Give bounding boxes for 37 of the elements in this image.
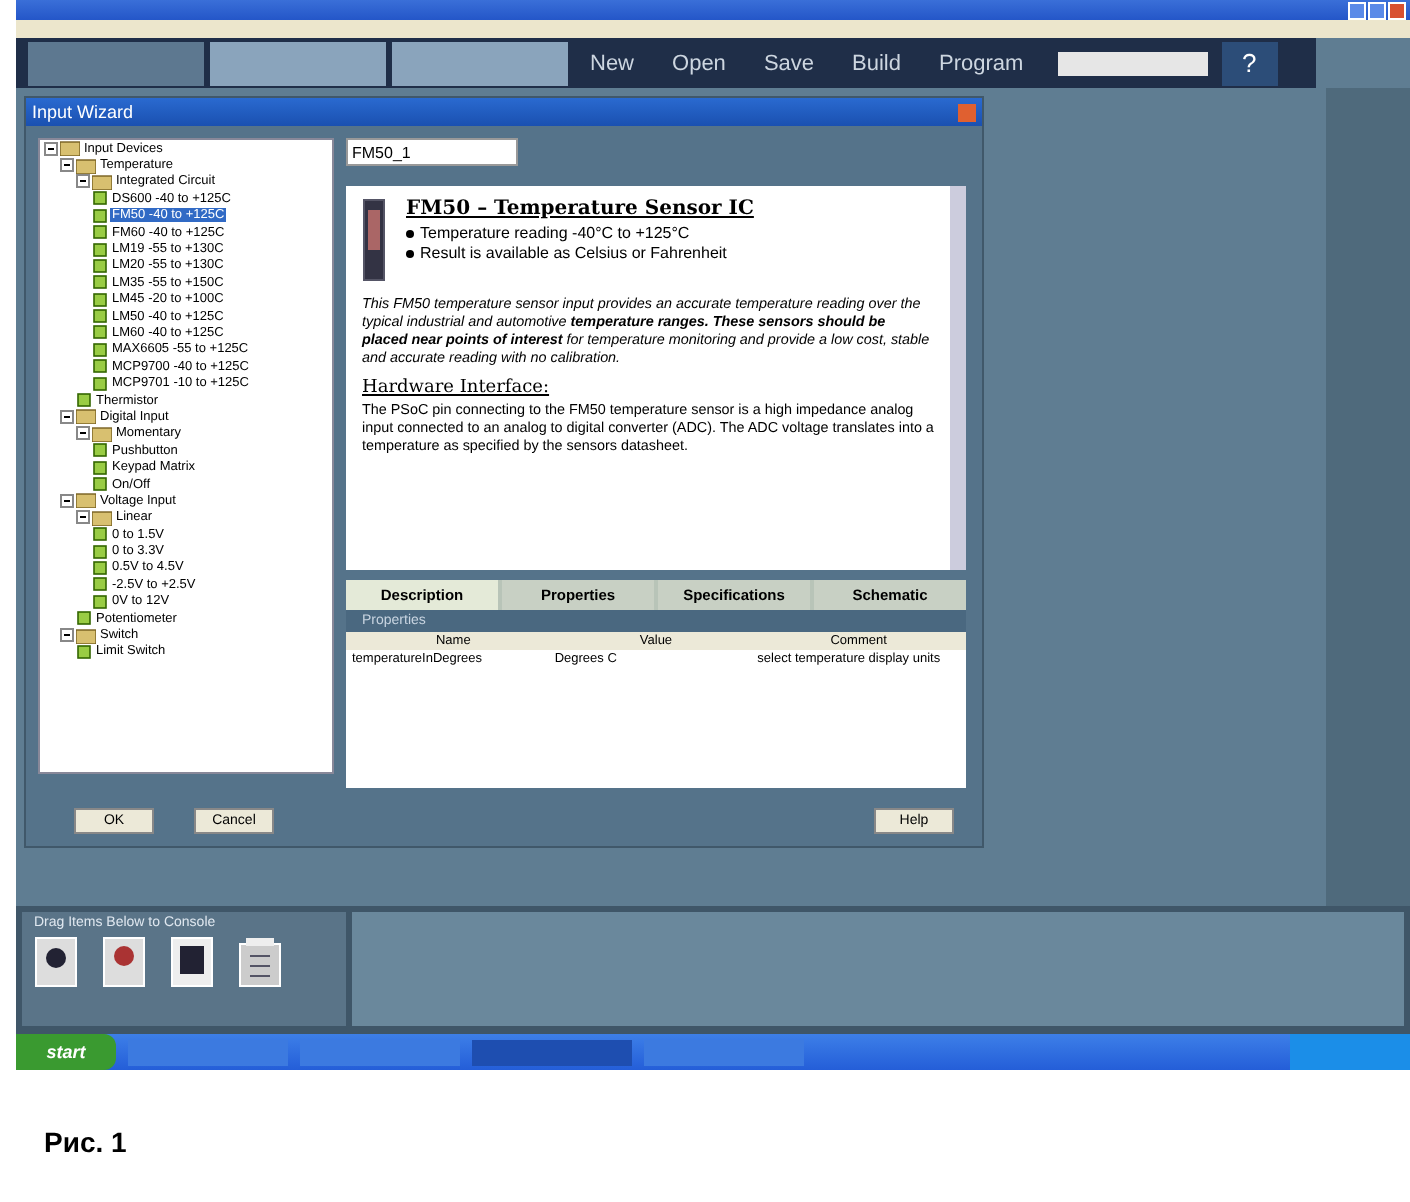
start-button[interactable]: start (16, 1034, 116, 1070)
device-icon[interactable] (102, 936, 146, 988)
toolbar-button[interactable]: Build (836, 51, 917, 75)
expander-icon[interactable] (60, 628, 74, 643)
mode-tab[interactable] (392, 41, 568, 85)
expander-icon[interactable] (76, 510, 90, 525)
expander-icon[interactable] (60, 158, 74, 173)
expander-icon[interactable] (60, 409, 74, 424)
device-icon[interactable] (34, 936, 78, 988)
sensor-chip-icon (362, 198, 386, 282)
doc-heading: FM50 – Temperature Sensor IC (406, 198, 754, 223)
name-field[interactable]: FM50_1 (346, 138, 518, 166)
bullet-icon (406, 229, 414, 237)
dialog-title: Input Wizard (32, 102, 134, 122)
minimize-button[interactable] (1348, 1, 1366, 19)
toolbar-button[interactable]: New (574, 51, 651, 75)
folder-icon (76, 627, 96, 644)
expander-icon[interactable] (44, 141, 58, 156)
device-icon[interactable] (238, 936, 282, 988)
figure-caption: Рис. 1 (44, 1126, 127, 1158)
maximize-button[interactable] (1368, 1, 1386, 19)
toolbar-button[interactable]: Open (656, 51, 742, 75)
expander-icon[interactable] (76, 426, 90, 441)
system-tray (1290, 1034, 1410, 1070)
expander-icon[interactable] (76, 174, 90, 189)
display-icon[interactable] (170, 936, 214, 988)
help-button[interactable]: ? (1221, 41, 1278, 85)
mode-tab[interactable] (210, 41, 386, 85)
doc-bullet: Temperature reading -40°C to +125°C (420, 223, 690, 243)
mode-tab[interactable] (28, 41, 204, 85)
expander-icon[interactable] (60, 493, 74, 508)
bullet-icon (406, 249, 414, 257)
toolbar-button[interactable]: Program (922, 51, 1040, 75)
doc-bullet: Result is available as Celsius or Fahrenheit (420, 243, 727, 263)
close-button[interactable] (1388, 1, 1406, 19)
doc-subheading: Hardware Interface: (362, 378, 552, 401)
toolbar-button[interactable]: Save (747, 51, 831, 75)
